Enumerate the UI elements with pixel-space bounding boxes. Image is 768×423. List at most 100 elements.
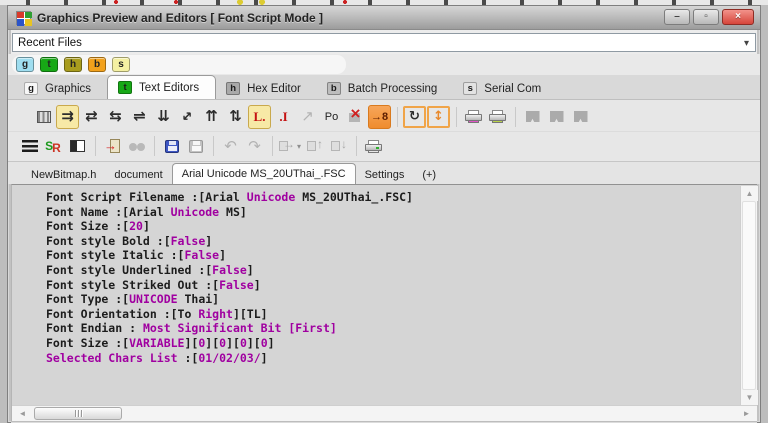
import-door-icon[interactable]: → [101,134,124,158]
quick-button-h[interactable]: h [64,57,82,72]
split-view-icon-glyph [70,140,85,152]
window-controls: – ▫ × [664,9,754,25]
arrows-up-icon[interactable]: ⇈ [200,105,223,129]
g-badge-icon: g [24,82,38,95]
code-line: Font Type :[UNICODE Thai] [46,292,220,307]
arrows-right-icon-glyph: ⇉ [61,107,74,125]
quick-button-g[interactable]: g [16,57,34,72]
arrows-right-icon[interactable]: ⇉ [56,104,79,129]
sr-icon[interactable]: SR [42,134,65,158]
toolbar-separator [397,106,398,127]
arrows-diagonal-icon[interactable]: ↔ [176,105,199,129]
flag-icon[interactable] [521,105,544,129]
print-magenta-icon[interactable] [462,105,485,129]
scroll-right-icon[interactable]: ► [738,406,755,421]
chevron-down-icon[interactable]: ▾ [744,38,749,49]
refresh-box-icon[interactable]: ↻ [403,105,426,128]
scroll-down-icon[interactable]: ▼ [741,390,758,405]
char-grid-icon[interactable] [32,105,55,129]
print-green-icon-glyph [489,110,506,123]
print-icon[interactable] [362,134,385,158]
toolbar-separator [356,136,358,156]
arrows-updown-icon-glyph: ⇅ [229,107,242,125]
close-button[interactable]: × [722,9,754,25]
maximize-button[interactable]: ▫ [693,9,719,25]
arrows-swap-icon[interactable]: ⇄ [80,105,103,129]
screen: Graphics Preview and Editors [ Font Scri… [0,0,768,423]
redo-icon[interactable]: ↷ [243,134,266,158]
code-line: Font style Striked Out :[False] [46,277,261,292]
h-badge-icon: h [226,82,241,95]
plus8-icon[interactable]: →8 [368,104,391,129]
split-view-icon[interactable] [66,134,89,158]
tab-label: Batch Processing [347,82,438,95]
tab-serial-com[interactable]: s Serial Com [453,78,557,99]
title-bar[interactable]: Graphics Preview and Editors [ Font Scri… [8,6,760,30]
save-icon[interactable] [160,134,183,158]
find-icon[interactable] [125,134,148,158]
move-up-icon-glyph: ↑ [307,137,323,153]
save-all-icon[interactable] [184,134,207,158]
scroll-up-icon[interactable]: ▲ [741,186,758,201]
chevron-down-icon[interactable]: ▾ [297,142,301,151]
tab-label: Hex Editor [247,82,301,95]
tab-label: Graphics [45,82,92,95]
quick-button-t[interactable]: t [40,57,58,72]
toolbar-separator [95,136,96,156]
main-tab-bar: g Graphics t Text Editors h Hex Editor b Batch … [8,75,760,100]
doc-tab-[interactable]: (+) [413,166,445,184]
code-area[interactable]: Font Script Filename :[Arial Unicode MS_… [12,185,739,405]
horizontal-scroll-thumb[interactable] [34,407,122,420]
code-line: Font Size :[20] [46,219,150,234]
flag-icon[interactable] [569,105,592,129]
quick-buttons-group: gthbs [12,55,346,74]
tab-label: Serial Com [484,82,542,95]
delete-char-icon-glyph: × [348,104,364,124]
transform-disabled-icon[interactable]: ↗ [296,105,319,129]
save-all-icon-glyph [188,139,203,153]
menu-icon[interactable] [18,134,41,158]
arrows-leftright-icon[interactable]: ⇆ [104,105,127,129]
vertical-scrollbar[interactable]: ▲ ▼ [740,186,758,405]
horizontal-scrollbar[interactable]: ◄ ► [12,405,757,421]
tab-text-editors[interactable]: t Text Editors [107,75,217,99]
move-up-icon[interactable]: ↑ [303,134,326,158]
arrows-down-icon[interactable]: ⇊ [152,105,175,129]
print-green-icon[interactable] [486,105,509,129]
tab-graphics[interactable]: g Graphics [14,78,107,99]
left-baseline-icon[interactable]: L. [248,104,271,129]
tab-hex-editor[interactable]: h Hex Editor [216,78,317,99]
print-icon-glyph [365,139,383,153]
code-line: Font Orientation :[To Right][TL] [46,306,268,321]
s-badge-icon: s [463,82,478,95]
window-title: Graphics Preview and Editors [ Font Scri… [37,10,324,25]
vertical-scroll-thumb[interactable] [742,201,756,390]
delete-char-icon[interactable]: × [344,104,367,129]
export-icon[interactable]: → ▾ [278,134,302,158]
code-line: Font Script Filename :[Arial Unicode MS_… [46,190,413,204]
right-baseline-icon[interactable]: .I [272,105,295,129]
undo-icon[interactable]: ↶ [219,134,242,158]
po-icon[interactable]: Po [320,105,343,129]
quick-button-s[interactable]: s [112,57,130,72]
doc-tab-settings[interactable]: Settings [356,166,414,184]
code-line: Font style Underlined :[False] [46,262,254,277]
po-icon-glyph: Po [324,110,339,123]
arrows-diagonal-icon-glyph: ↔ [178,107,197,126]
arrows-updown-icon[interactable]: ⇅ [224,105,247,129]
resize-box-icon[interactable]: ↕ [427,105,450,128]
arrows-crossed-icon[interactable]: ⇌ [128,105,151,129]
doc-tab-document[interactable]: document [105,166,171,184]
minimize-button[interactable]: – [664,9,690,25]
scroll-left-icon[interactable]: ◄ [14,406,31,421]
move-down-icon[interactable]: ↓ [327,134,350,158]
import-door-icon-glyph: → [104,138,120,153]
b-badge-icon: b [326,82,341,95]
doc-tab-arial-unicode-ms-20uthai-fsc[interactable]: Arial Unicode MS_20UThai_.FSC [171,163,356,184]
quick-button-b[interactable]: b [88,57,106,72]
recent-files-dropdown[interactable]: Recent Files ▾ [12,33,756,52]
script-editor[interactable]: Font Script Filename :[Arial Unicode MS_… [11,184,758,421]
flag-icon[interactable] [545,105,568,129]
doc-tab-newbitmap-h[interactable]: NewBitmap.h [22,166,105,184]
tab-batch-processing[interactable]: b Batch Processing [317,78,454,99]
